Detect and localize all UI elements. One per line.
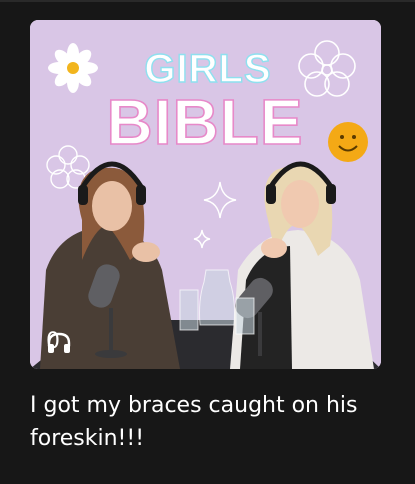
episode-title[interactable]: I got my braces caught on his foreskin!!… [30, 389, 390, 455]
episode-card: GIRLS BIBLE 0 I got my braces caught on … [0, 0, 415, 484]
cover-illustration: GIRLS BIBLE [30, 20, 381, 369]
headphones-icon [47, 332, 71, 353]
cover-title-line2: BIBLE [107, 86, 304, 158]
cover-title-line1: GIRLS [144, 47, 271, 91]
play-stat: 0 [46, 331, 71, 353]
episode-cover-art[interactable]: GIRLS BIBLE 0 [30, 20, 381, 369]
smiley-icon [328, 122, 368, 162]
